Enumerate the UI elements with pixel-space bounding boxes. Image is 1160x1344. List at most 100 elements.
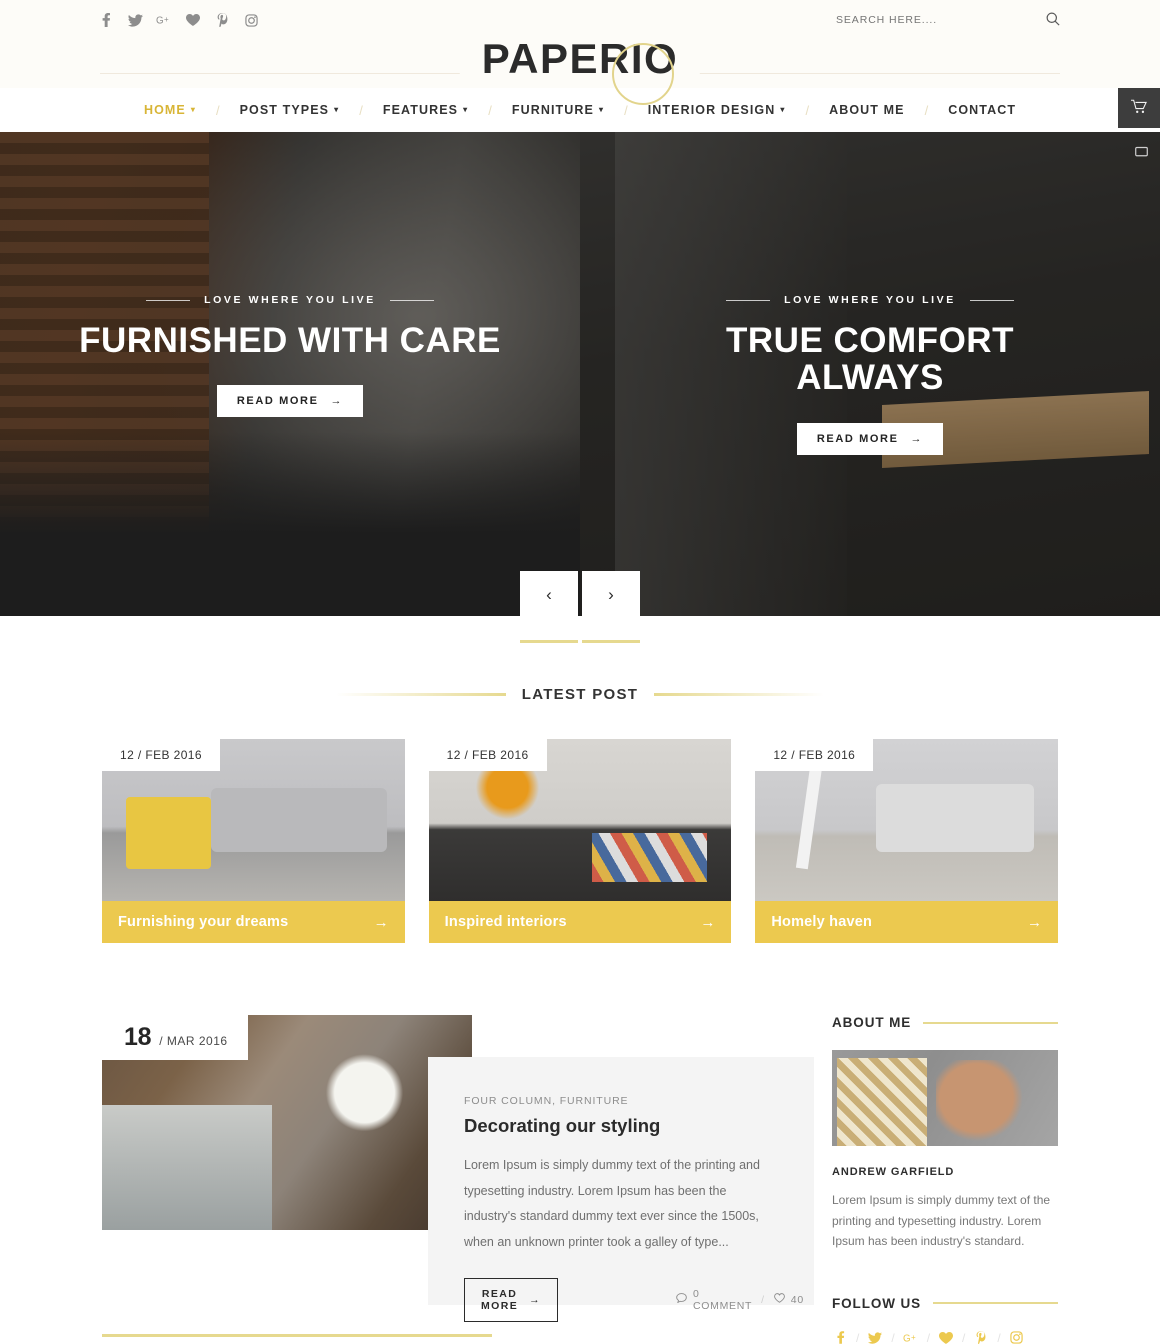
bloglovin-heart-icon[interactable] [185,12,201,28]
about-me-heading-row: ABOUT ME [832,1015,1058,1030]
heart-icon [773,1293,785,1306]
latest-card-3[interactable]: 12 / FEB 2016 Homely haven → [755,739,1059,943]
card-title-bar[interactable]: Inspired interiors → [428,901,732,943]
button-label: READ MORE [481,1287,519,1312]
card-title: Inspired interiors [444,914,567,930]
like-count[interactable]: 40 [773,1293,804,1306]
nav-item-contact[interactable]: CONTACT [944,103,1020,117]
nav-label: FURNITURE [511,103,594,117]
hero-title-2: TRUE COMFORT ALWAYS [726,321,1014,398]
top-bar: G + [0,0,1160,40]
carousel-prev-underline [520,640,578,643]
latest-card-1[interactable]: 12 / FEB 2016 Furnishing your dreams → [102,739,405,943]
card-title-bar[interactable]: Furnishing your dreams → [102,901,405,943]
cart-button[interactable] [1118,88,1160,128]
pinterest-icon[interactable] [973,1331,989,1344]
nav-item-post-types[interactable]: POST TYPES ▾ [236,103,344,117]
search-input[interactable] [836,14,976,26]
carousel-next-underline [582,640,640,643]
eyebrow-line-right [969,299,1014,301]
follow-us-heading: FOLLOW US [832,1295,922,1311]
svg-text:+: + [911,1333,916,1342]
follow-us-block: FOLLOW US / / G + / / / [832,1296,1058,1344]
shopping-cart-icon [1131,99,1147,117]
post-title[interactable]: Decorating our styling [464,1115,784,1137]
follow-separator: / [856,1330,860,1344]
search-area [836,0,1060,40]
post-date-day: 18 [124,1023,152,1051]
eyebrow-line-left [726,299,771,301]
chevron-down-icon: ▾ [190,105,196,114]
chevron-down-icon: ▾ [334,105,340,114]
nav-item-about-me[interactable]: ABOUT ME [825,103,908,117]
post-read-more-button[interactable]: READ MORE → [464,1277,559,1322]
pinterest-icon[interactable] [214,12,230,28]
heading-underline [923,1021,1058,1024]
nav-separator: / [359,102,363,118]
button-label: READ MORE [236,395,319,408]
comment-bubble-icon [676,1293,687,1306]
nav-item-features[interactable]: FEATURES ▾ [379,103,472,117]
carousel-prev-button[interactable]: ‹ [520,571,578,619]
search-button[interactable] [1046,12,1060,29]
nav-label: HOME [143,103,186,117]
about-me-text: Lorem Ipsum is simply dummy text of the … [832,1193,1051,1249]
top-social-list: G + [98,12,259,28]
facebook-icon[interactable] [98,12,114,28]
card-thumbnail: 12 / FEB 2016 [102,739,405,901]
nav-label: POST TYPES [239,103,330,117]
post-excerpt: Lorem Ipsum is simply dummy text of the … [464,1158,760,1249]
card-thumbnail: 12 / FEB 2016 [428,739,732,901]
nav-item-interior-design[interactable]: INTERIOR DESIGN ▾ [644,103,790,117]
meta-separator: / [761,1293,765,1306]
bloglovin-heart-icon[interactable] [938,1331,954,1344]
twitter-icon[interactable] [867,1332,883,1344]
hero-slide-2[interactable]: LOVE WHERE YOU LIVE TRUE COMFORT ALWAYS … [580,132,1160,616]
carousel-next-button[interactable]: › [582,571,640,619]
nav-item-home[interactable]: HOME ▾ [140,103,200,117]
nav-separator: / [805,102,810,118]
post-categories[interactable]: FOUR COLUMN, FURNITURE [464,1095,784,1107]
hero-eyebrow-2: LOVE WHERE YOU LIVE [784,294,956,306]
nav-item-furniture[interactable]: FURNITURE ▾ [508,103,608,117]
content-row: 18 / MAR 2016 FOUR COLUMN, FURNITURE Dec… [0,1015,1160,1344]
google-plus-icon[interactable]: G + [156,12,172,28]
svg-text:G: G [156,16,164,26]
follow-separator: / [926,1330,931,1344]
latest-card-2[interactable]: 12 / FEB 2016 Inspired interiors → [428,739,732,943]
site-logo[interactable]: PAPERIO [459,35,701,83]
facebook-icon[interactable] [832,1331,848,1344]
search-icon [1046,12,1060,29]
gallery-icon [1135,144,1148,162]
hero-content-2: LOVE WHERE YOU LIVE TRUE COMFORT ALWAYS … [580,294,1160,455]
carousel-next-wrap: › [582,571,640,643]
svg-text:+: + [164,15,169,24]
post-date-month-year: / MAR 2016 [159,1034,228,1048]
main-navigation: HOME ▾ / POST TYPES ▾ / FEATURES ▾ / FUR… [0,88,1160,132]
card-title-bar[interactable]: Homely haven → [755,901,1059,943]
instagram-icon[interactable] [243,12,259,28]
heading-line-right [654,693,825,696]
nav-separator: / [488,102,492,118]
card-date: 12 / FEB 2016 [428,739,547,771]
hero-read-more-button-2[interactable]: READ MORE → [796,422,944,455]
card-title: Furnishing your dreams [118,914,289,930]
comment-count[interactable]: 0 COMMENT [676,1288,752,1312]
twitter-icon[interactable] [127,12,143,28]
hero-read-more-button-1[interactable]: READ MORE → [216,385,364,418]
hero-title-1: FURNISHED WITH CARE [79,321,501,360]
nav-separator: / [924,102,929,118]
chevron-down-icon: ▾ [598,105,605,114]
svg-text:G: G [903,1333,911,1343]
eyebrow-line-right [389,299,434,301]
google-plus-icon[interactable]: G + [903,1332,919,1344]
hero-content-1: LOVE WHERE YOU LIVE FURNISHED WITH CARE … [0,294,580,418]
latest-post-cards: 12 / FEB 2016 Furnishing your dreams → 1… [0,739,1160,943]
hero-slide-1[interactable]: LOVE WHERE YOU LIVE FURNISHED WITH CARE … [0,132,580,616]
author-photo [832,1050,1058,1146]
arrow-right-icon: → [330,395,344,408]
instagram-icon[interactable] [1009,1331,1025,1344]
nav-label: INTERIOR DESIGN [647,103,776,117]
arrow-right-icon: → [529,1293,542,1306]
like-count-label: 40 [790,1293,804,1306]
